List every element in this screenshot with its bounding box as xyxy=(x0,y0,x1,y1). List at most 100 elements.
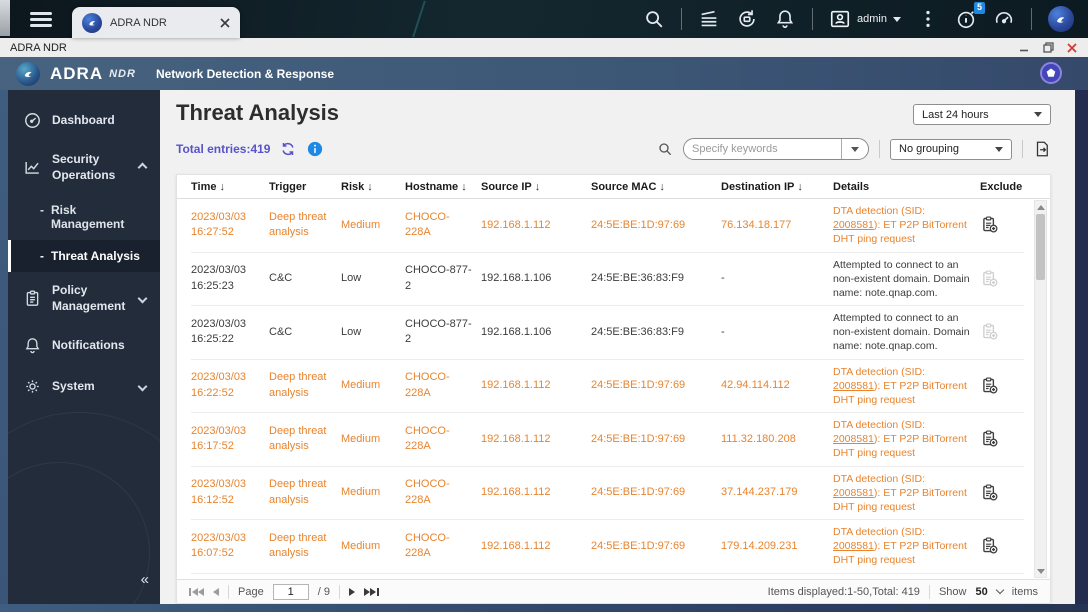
refresh-icon[interactable] xyxy=(279,140,297,158)
topbar-divider xyxy=(1031,8,1032,30)
adra-tab-logo-icon xyxy=(82,12,102,33)
restore-icon[interactable] xyxy=(1042,42,1054,54)
vertical-scrollbar[interactable] xyxy=(1034,200,1047,578)
table-row[interactable]: 2023/03/03 16:27:52 Deep threat analysis Me… xyxy=(191,199,1024,253)
sidebar-item-dashboard[interactable]: Dashboard xyxy=(8,100,160,141)
table-row[interactable]: 2023/03/03 16:22:52 Deep threat analysis Me… xyxy=(191,360,1024,414)
chevron-down-icon xyxy=(137,293,148,304)
exclude-button[interactable] xyxy=(980,536,1000,556)
sidebar: Dashboard Security Operations - Risk Man… xyxy=(8,90,160,604)
sidebar-item-system[interactable]: System xyxy=(8,366,160,407)
sid-link[interactable]: 2008581 xyxy=(833,219,874,231)
sort-icon: ↓ xyxy=(797,180,803,193)
cell-risk: Medium xyxy=(341,432,381,445)
resource-monitor-icon[interactable] xyxy=(993,8,1015,30)
scrollbar-thumb[interactable] xyxy=(1036,214,1045,280)
cell-hostname: CHOCO-877-2 xyxy=(405,264,472,292)
sidebar-item-threat-analysis[interactable]: - Threat Analysis xyxy=(8,240,160,273)
brand-name: ADRA xyxy=(50,63,104,83)
details-text: DTA detection (SID: xyxy=(833,205,926,217)
last-page-button[interactable] xyxy=(363,587,379,596)
cell-details: DTA detection (SID: 2008581): ET P2P Bit… xyxy=(833,525,980,568)
time-range-select[interactable]: Last 24 hours xyxy=(913,104,1051,125)
first-page-button[interactable] xyxy=(189,587,204,596)
cell-destination-ip: - xyxy=(721,325,725,338)
exclude-button[interactable] xyxy=(980,376,1000,396)
window-titlebar: ADRA NDR xyxy=(0,38,1088,57)
user-menu[interactable]: admin xyxy=(829,8,901,30)
external-device-icon[interactable] xyxy=(736,8,758,30)
sort-icon: ↓ xyxy=(367,180,373,193)
sid-link[interactable]: 2008581 xyxy=(833,433,874,445)
total-entries: Total entries:419 xyxy=(176,142,271,156)
cell-time: 2023/03/03 16:12:52 xyxy=(191,477,269,508)
page-size-value[interactable]: 50 xyxy=(975,586,987,598)
cell-hostname: CHOCO-228A xyxy=(405,531,450,560)
info-icon[interactable] xyxy=(306,140,324,158)
tab-title: ADRA NDR xyxy=(110,16,167,29)
more-options-icon[interactable] xyxy=(917,8,939,30)
table-row[interactable]: 2023/03/03 16:12:52 Deep threat analysis Me… xyxy=(191,467,1024,521)
adra-dock-icon[interactable] xyxy=(1048,6,1074,32)
table-row[interactable]: 2023/03/03 16:25:23 C&C Low CHOCO-877-2 192.1… xyxy=(191,253,1024,307)
security-operations-icon xyxy=(23,158,42,177)
details-text: DTA detection (SID: xyxy=(833,419,926,432)
export-icon[interactable] xyxy=(1033,140,1051,158)
cell-destination-ip: - xyxy=(721,272,725,285)
scroll-down-icon[interactable] xyxy=(1035,565,1046,577)
account-avatar[interactable] xyxy=(1040,62,1062,84)
row-time: 16:07:52 xyxy=(191,547,234,560)
background-tasks-icon[interactable] xyxy=(698,8,720,30)
close-icon[interactable] xyxy=(1066,42,1078,54)
search-icon[interactable] xyxy=(643,8,665,30)
column-header-destination-ip[interactable]: Destination IP ↓ xyxy=(721,181,833,193)
cell-source-mac: 24:5E:BE:1D:97:69 xyxy=(591,486,686,499)
sid-link[interactable]: 2008581 xyxy=(833,540,874,552)
sub-item-bullet: - xyxy=(40,203,44,218)
table-row[interactable]: 2023/03/03 16:25:22 C&C Low CHOCO-877-2 192.1… xyxy=(191,306,1024,360)
cell-source-ip: 192.168.1.112 xyxy=(481,379,551,392)
table-row[interactable]: 2023/03/03 16:07:52 Deep threat analysis Me… xyxy=(191,520,1024,574)
exclude-button[interactable] xyxy=(980,429,1000,449)
sidebar-item-label: Security Operations xyxy=(52,152,116,182)
column-header-source-mac[interactable]: Source MAC ↓ xyxy=(591,181,721,193)
grouping-select[interactable]: No grouping xyxy=(890,138,1012,160)
adra-logo-icon xyxy=(16,61,40,86)
app-tab-adra-ndr[interactable]: ADRA NDR xyxy=(72,7,240,38)
column-header-risk[interactable]: Risk ↓ xyxy=(341,181,405,193)
sid-link[interactable]: 2008581 xyxy=(833,487,874,499)
sidebar-item-policy-management[interactable]: Policy Management xyxy=(8,272,160,325)
sidebar-item-security-operations[interactable]: Security Operations xyxy=(8,141,160,194)
chevron-down-icon[interactable] xyxy=(995,585,1004,595)
exclude-button[interactable] xyxy=(980,483,1000,503)
cell-destination-ip: 42.94.114.112 xyxy=(721,379,790,392)
footer-divider xyxy=(338,584,340,599)
row-date: 2023/03/03 xyxy=(191,424,247,437)
column-label: Exclude xyxy=(980,180,1023,193)
minimize-icon[interactable] xyxy=(1018,42,1030,54)
main-menu-icon[interactable] xyxy=(30,11,52,27)
search-input[interactable] xyxy=(684,143,841,155)
previous-page-button[interactable] xyxy=(213,587,219,596)
page-input[interactable] xyxy=(272,583,309,600)
row-date: 2023/03/03 xyxy=(191,210,247,223)
cell-details: DTA detection (SID: 2008581): ET P2P Bit… xyxy=(833,204,980,247)
sidebar-collapse-button[interactable]: « xyxy=(141,571,149,588)
exclude-button[interactable] xyxy=(980,215,1000,235)
column-header-source-ip[interactable]: Source IP ↓ xyxy=(481,181,591,193)
tab-close-icon[interactable] xyxy=(220,17,230,28)
table-row[interactable]: 2023/03/03 16:17:52 Deep threat analysis Me… xyxy=(191,413,1024,467)
notifications-bell-icon[interactable] xyxy=(774,8,796,30)
system-info-icon[interactable]: 5 xyxy=(955,2,985,30)
page-title: Threat Analysis xyxy=(176,100,340,125)
column-header-hostname[interactable]: Hostname ↓ xyxy=(405,181,481,193)
sidebar-item-risk-management[interactable]: - Risk Management xyxy=(8,194,160,240)
scroll-up-icon[interactable] xyxy=(1035,201,1046,213)
cell-risk: Low xyxy=(341,325,362,338)
search-options-dropdown[interactable] xyxy=(842,139,868,159)
sidebar-item-notifications[interactable]: Notifications xyxy=(8,325,160,366)
column-label: Details xyxy=(833,180,870,193)
sid-link[interactable]: 2008581 xyxy=(833,380,874,392)
next-page-button[interactable] xyxy=(348,587,355,596)
column-header-time[interactable]: Time ↓ xyxy=(191,181,269,193)
